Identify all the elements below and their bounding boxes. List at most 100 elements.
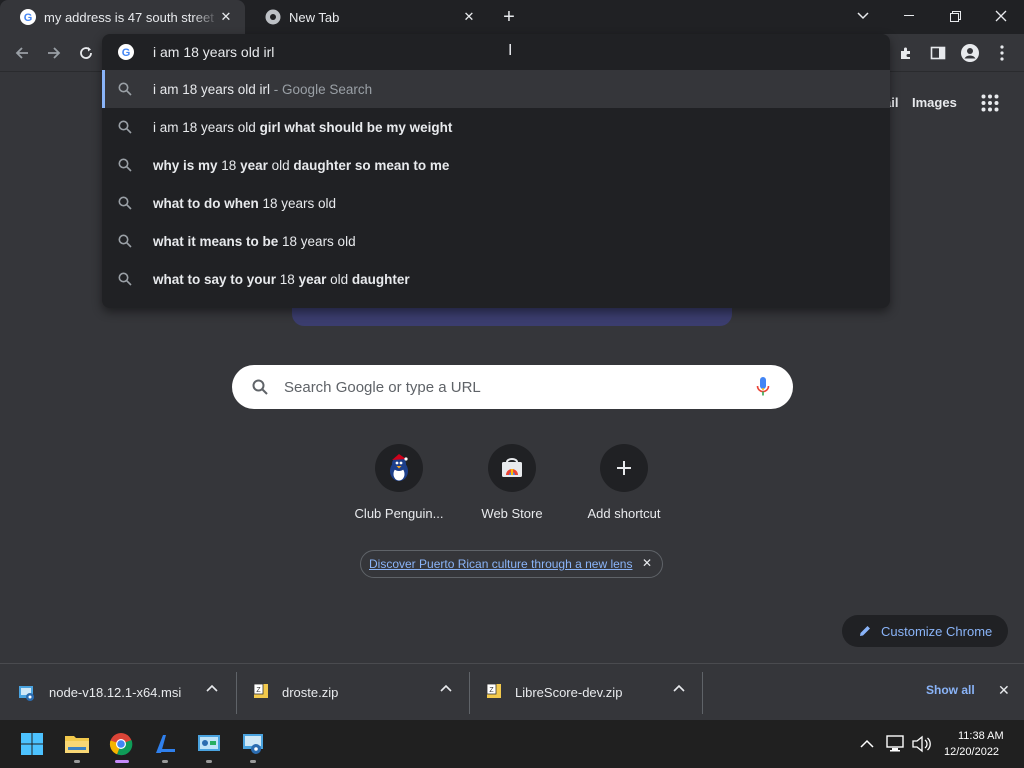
shortcut-web-store[interactable]: Web Store bbox=[456, 444, 568, 521]
suggestion-text-part: old bbox=[330, 271, 352, 287]
volume-icon[interactable] bbox=[911, 735, 931, 758]
tab-search-icon[interactable] bbox=[840, 0, 886, 32]
clock-date[interactable]: 12/20/2022 bbox=[944, 746, 999, 758]
suggestion-text-part: what to do when bbox=[153, 195, 263, 211]
suggestion-text-part: 18 years old bbox=[262, 195, 337, 211]
omnibox-suggestion[interactable]: what it means to be 18 years old bbox=[102, 222, 890, 260]
promo-link[interactable]: Discover Puerto Rican culture through a … bbox=[369, 557, 632, 571]
close-icon[interactable]: ✕ bbox=[642, 556, 652, 570]
omnibox-dropdown: G i am 18 years old irl I i am 18 years … bbox=[102, 34, 890, 308]
text-cursor-icon: I bbox=[508, 42, 513, 59]
forward-button[interactable] bbox=[41, 40, 67, 66]
close-tab-icon[interactable]: ✕ bbox=[217, 8, 235, 26]
tab-google-search[interactable]: G my address is 47 south street - Google… bbox=[0, 0, 245, 34]
suggestion-text-part: daughter bbox=[351, 271, 410, 287]
minimize-button[interactable] bbox=[886, 0, 932, 32]
customize-chrome-button[interactable]: Customize Chrome bbox=[842, 615, 1008, 647]
running-indicator bbox=[250, 760, 256, 763]
omnibox-suggestion[interactable]: what to do when 18 years old bbox=[102, 184, 890, 222]
side-panel-icon[interactable] bbox=[926, 41, 950, 65]
doodle-image[interactable] bbox=[292, 308, 732, 326]
tab-title: my address is 47 south street - Google S… bbox=[44, 9, 219, 25]
running-indicator bbox=[206, 760, 212, 763]
download-bar: node-v18.12.1-x64.msi Z droste.zip Z Lib… bbox=[0, 663, 1024, 720]
suggestion-text-part: girl what should be my weight bbox=[259, 119, 453, 135]
control-panel-icon[interactable] bbox=[192, 727, 226, 761]
close-window-button[interactable] bbox=[978, 0, 1024, 32]
show-all-downloads-button[interactable]: Show all bbox=[926, 683, 975, 697]
suggestion-text-part: 18 bbox=[221, 157, 241, 173]
back-button[interactable] bbox=[9, 40, 35, 66]
shortcut-add[interactable]: Add shortcut bbox=[568, 444, 680, 521]
restore-button[interactable] bbox=[932, 0, 978, 32]
divider bbox=[702, 672, 703, 714]
app-a-icon[interactable] bbox=[148, 727, 182, 761]
search-icon bbox=[252, 379, 268, 400]
tab-strip: G my address is 47 south street - Google… bbox=[0, 0, 1024, 34]
suggestion-text-part: why is my bbox=[153, 157, 222, 173]
download-item[interactable]: Z LibreScore-dev.zip bbox=[470, 664, 702, 721]
chrome-taskbar-icon[interactable] bbox=[104, 727, 138, 761]
clock-time[interactable]: 11:38 AM bbox=[958, 730, 1004, 742]
plus-icon bbox=[600, 444, 648, 492]
shortcut-label: Add shortcut bbox=[587, 506, 661, 521]
close-download-bar-icon[interactable]: ✕ bbox=[998, 682, 1010, 699]
close-tab-icon[interactable]: ✕ bbox=[460, 8, 478, 26]
windows-start-icon[interactable] bbox=[15, 727, 49, 761]
suggestion-text: what to say to your 18 year old daughter bbox=[153, 272, 410, 287]
apps-grid-icon[interactable] bbox=[981, 94, 999, 117]
promo-chip: Discover Puerto Rican culture through a … bbox=[360, 550, 663, 578]
network-icon[interactable] bbox=[886, 735, 906, 758]
omnibox-suggestion[interactable]: i am 18 years old irl - Google Search bbox=[102, 70, 890, 108]
chevron-up-icon[interactable] bbox=[440, 682, 452, 700]
tab-title: New Tab bbox=[289, 9, 340, 25]
suggestion-text-part: year bbox=[240, 157, 272, 173]
chevron-up-icon[interactable] bbox=[860, 737, 874, 755]
chevron-up-icon[interactable] bbox=[673, 682, 685, 700]
shortcut-label: Web Store bbox=[481, 506, 543, 521]
download-item[interactable]: node-v18.12.1-x64.msi bbox=[0, 664, 236, 721]
google-icon: G bbox=[20, 9, 36, 25]
file-explorer-icon[interactable] bbox=[60, 727, 94, 761]
search-input[interactable]: Search Google or type a URL bbox=[284, 379, 481, 396]
suggestion-text-part: 18 bbox=[279, 271, 299, 287]
extensions-icon[interactable] bbox=[894, 41, 918, 65]
suggestion-text-part: year bbox=[298, 271, 331, 287]
suggestion-text: what it means to be 18 years old bbox=[153, 234, 356, 249]
suggestion-text-part: i am 18 years old irl bbox=[153, 81, 271, 97]
search-icon bbox=[118, 272, 132, 286]
omnibox-suggestion[interactable]: what to say to your 18 year old daughter bbox=[102, 260, 890, 298]
tab-new-tab[interactable]: New Tab ✕ bbox=[245, 0, 488, 34]
suggestion-text-part: 18 years old bbox=[282, 233, 356, 249]
menu-icon[interactable] bbox=[990, 41, 1014, 65]
profile-icon[interactable] bbox=[958, 41, 982, 65]
address-bar[interactable]: G i am 18 years old irl I bbox=[102, 34, 890, 70]
google-icon: G bbox=[118, 44, 134, 60]
download-filename: node-v18.12.1-x64.msi bbox=[49, 685, 182, 700]
search-icon bbox=[118, 120, 132, 134]
download-item[interactable]: Z droste.zip bbox=[237, 664, 469, 721]
omnibox-suggestion[interactable]: i am 18 years old girl what should be my… bbox=[102, 108, 890, 146]
suggestion-text: i am 18 years old girl what should be my… bbox=[153, 120, 452, 135]
microphone-icon[interactable] bbox=[755, 376, 771, 403]
suggestion-text-part: what it means to be bbox=[153, 233, 283, 249]
reload-button[interactable] bbox=[73, 40, 99, 66]
omnibox-suggestion[interactable]: why is my 18 year old daughter so mean t… bbox=[102, 146, 890, 184]
pencil-icon bbox=[858, 624, 872, 643]
chevron-up-icon[interactable] bbox=[206, 682, 218, 700]
zip-file-icon: Z bbox=[486, 683, 502, 704]
installer-icon[interactable] bbox=[236, 727, 270, 761]
shortcut-club-penguin[interactable]: Club Penguin... bbox=[343, 444, 455, 521]
suggestion-text: i am 18 years old irl - Google Search bbox=[153, 82, 372, 97]
suggestion-text-part: i am 18 years old bbox=[153, 119, 260, 135]
running-indicator bbox=[162, 760, 168, 763]
search-icon bbox=[118, 82, 132, 96]
images-link[interactable]: Images bbox=[912, 95, 957, 110]
chrome-icon bbox=[265, 9, 281, 25]
search-icon bbox=[118, 234, 132, 248]
running-indicator bbox=[74, 760, 80, 763]
new-tab-button[interactable]: + bbox=[496, 5, 522, 29]
suggestion-text: why is my 18 year old daughter so mean t… bbox=[153, 158, 449, 173]
address-input[interactable]: i am 18 years old irl bbox=[153, 44, 274, 60]
suggestion-text-part: daughter so mean to me bbox=[293, 157, 450, 173]
